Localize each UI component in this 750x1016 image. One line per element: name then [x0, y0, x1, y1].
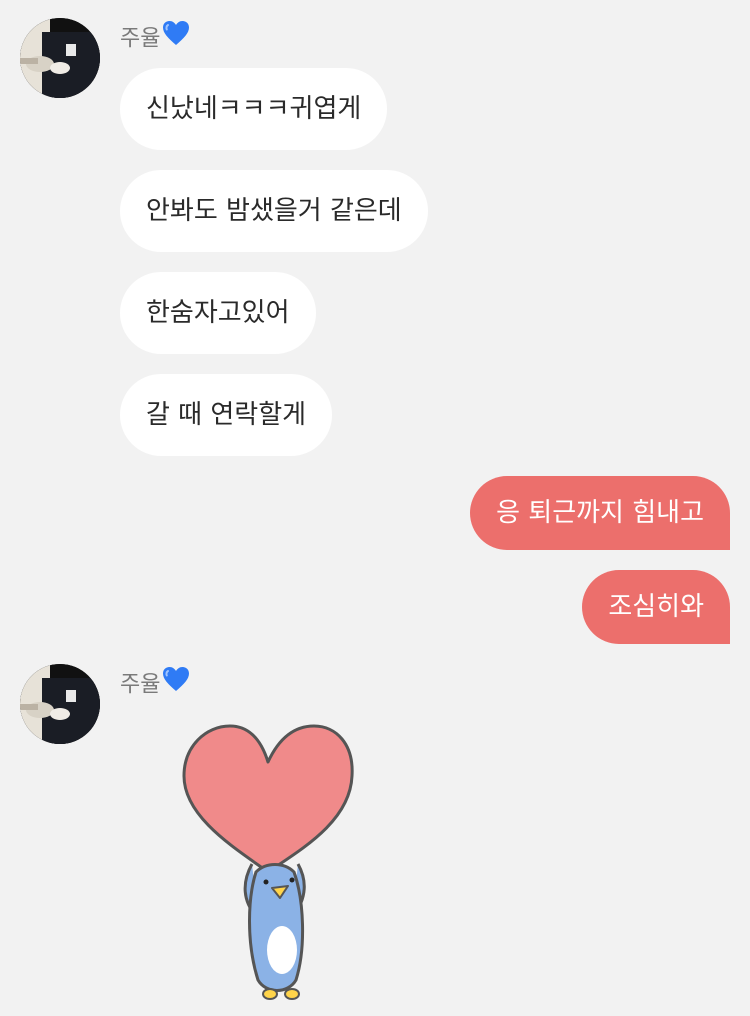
blue-heart-icon [162, 666, 190, 701]
message-bubble-incoming[interactable]: 한숨자고있어 [120, 272, 316, 354]
message-bubble-outgoing[interactable]: 응 퇴근까지 힘내고 [470, 476, 730, 550]
avatar[interactable] [20, 664, 100, 744]
sender-name: 주율 [120, 21, 190, 54]
penguin-holding-heart-sticker[interactable] [180, 722, 360, 1006]
message-bubble-outgoing[interactable]: 조심히와 [582, 570, 730, 644]
message-bubble-incoming[interactable]: 갈 때 연락할게 [120, 374, 333, 456]
message-text: 한숨자고있어 [146, 298, 290, 328]
sender-name-text: 주율 [120, 672, 161, 698]
sender-name: 주율 [120, 667, 190, 700]
message-bubble-incoming[interactable]: 안봐도 밤샜을거 같은데 [120, 170, 428, 252]
message-bubble-incoming[interactable]: 신났네ㅋㅋㅋ귀엽게 [120, 68, 388, 150]
avatar[interactable] [20, 18, 100, 98]
message-text: 응 퇴근까지 힘내고 [496, 498, 704, 528]
message-text: 안봐도 밤샜을거 같은데 [146, 196, 402, 226]
message-text: 신났네ㅋㅋㅋ귀엽게 [146, 94, 362, 124]
sender-name-text: 주율 [120, 26, 161, 52]
blue-heart-icon [162, 20, 190, 55]
message-text: 갈 때 연락할게 [146, 400, 307, 430]
avatar-photo [20, 664, 100, 744]
avatar-photo [20, 18, 100, 98]
message-text: 조심히와 [608, 592, 704, 622]
